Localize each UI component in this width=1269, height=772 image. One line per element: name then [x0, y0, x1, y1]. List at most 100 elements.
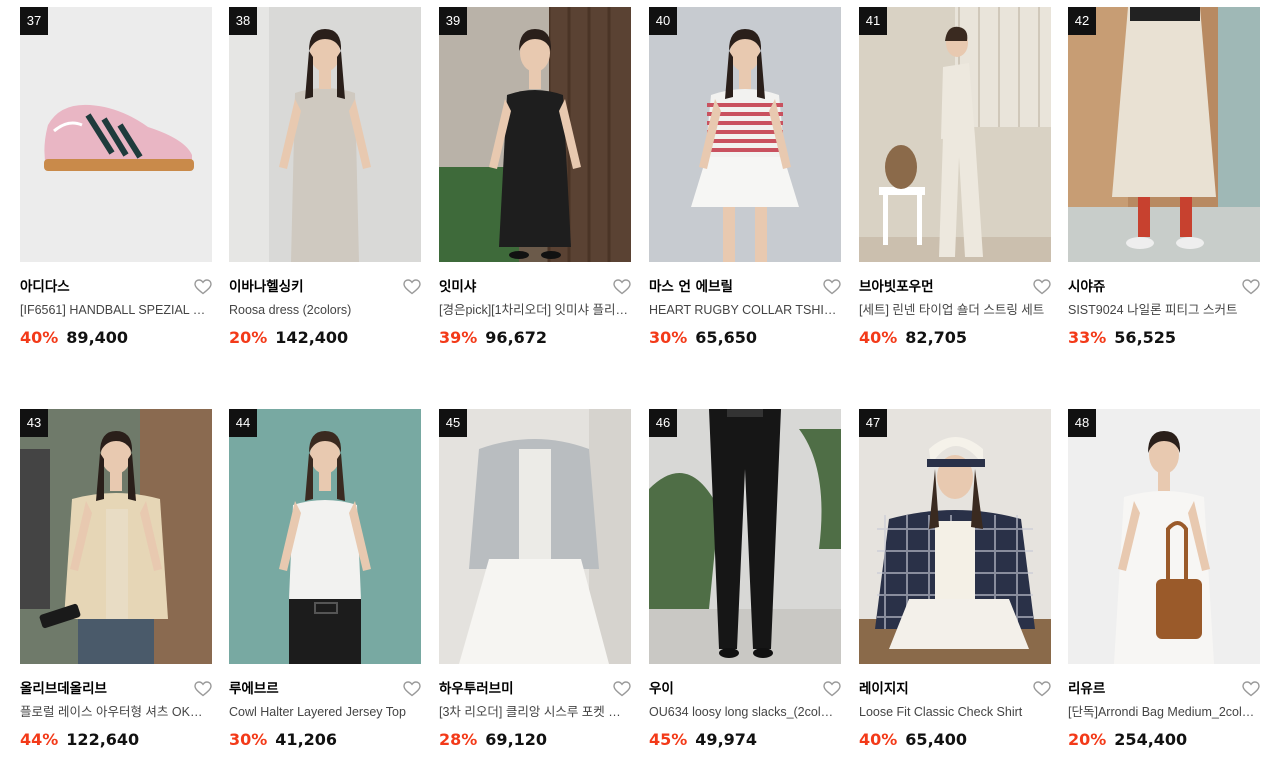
price-row: 40% 82,705 [859, 328, 1051, 348]
product-name[interactable]: [3차 리오더] 클리앙 시스루 포켓 셔츠 [439, 703, 629, 721]
product-card[interactable]: 45 하우투러브미 [3차 리오더] 클리앙 시스루 포켓 셔츠 28% 69,1… [439, 409, 631, 750]
discount-rate: 45% [649, 730, 688, 749]
product-name[interactable]: 플로럴 레이스 아우터형 셔츠 OKAEMBL5 [20, 703, 210, 721]
brand-name[interactable]: 마스 언 에브릴 [649, 277, 841, 297]
heart-icon[interactable] [1242, 279, 1260, 295]
brand-name[interactable]: 레이지지 [859, 679, 1051, 699]
discount-rate: 30% [649, 328, 688, 347]
product-card[interactable]: 41 브아빗포우먼 [세트] 린넨 타이업 숄더 스트링 세트 40% 82,70… [859, 7, 1051, 348]
brand-name[interactable]: 올리브데올리브 [20, 679, 212, 699]
discount-rate: 20% [1068, 730, 1107, 749]
discount-rate: 44% [20, 730, 59, 749]
discount-rate: 39% [439, 328, 478, 347]
sale-price: 65,650 [695, 328, 758, 347]
product-image[interactable]: 38 [229, 7, 421, 262]
product-card[interactable]: 46 우이 OU634 loosy long slacks_(2colors) … [649, 409, 841, 750]
brand-name[interactable]: 우이 [649, 679, 841, 699]
product-card[interactable]: 44 루에브르 Cowl Halter Layered Jersey Top 3… [229, 409, 421, 750]
product-name[interactable]: Loose Fit Classic Check Shirt [859, 703, 1049, 721]
product-card[interactable]: 43 올리브데올리브 플로럴 레이스 아우터형 셔츠 OKAEMBL5 44% 1… [20, 409, 212, 750]
product-image[interactable]: 47 [859, 409, 1051, 664]
brand-name[interactable]: 브아빗포우먼 [859, 277, 1051, 297]
rank-badge: 43 [20, 409, 48, 437]
rank-badge: 46 [649, 409, 677, 437]
discount-rate: 20% [229, 328, 268, 347]
rank-badge: 37 [20, 7, 48, 35]
heart-icon[interactable] [403, 681, 421, 697]
price-row: 20% 142,400 [229, 328, 421, 348]
sale-price: 49,974 [695, 730, 758, 749]
product-name[interactable]: Roosa dress (2colors) [229, 301, 419, 319]
product-name[interactable]: HEART RUGBY COLLAR TSHIRT [649, 301, 839, 319]
heart-icon[interactable] [1033, 681, 1051, 697]
discount-rate: 40% [20, 328, 59, 347]
brand-name[interactable]: 시야쥬 [1068, 277, 1260, 297]
price-row: 45% 49,974 [649, 730, 841, 750]
brand-name[interactable]: 하우투러브미 [439, 679, 631, 699]
sale-price: 122,640 [66, 730, 140, 749]
brand-name[interactable]: 잇미샤 [439, 277, 631, 297]
heart-icon[interactable] [194, 681, 212, 697]
product-card[interactable]: 38 이바나헬싱키 Roosa dress (2colors) 20% 142,4… [229, 7, 421, 348]
product-name[interactable]: SIST9024 나일론 피티그 스커트 [1068, 301, 1258, 319]
product-image[interactable]: 44 [229, 409, 421, 664]
product-card[interactable]: 37 아디다스 [IF6561] HANDBALL SPEZIAL 핸드볼 스페… [20, 7, 212, 348]
heart-icon[interactable] [403, 279, 421, 295]
product-name[interactable]: OU634 loosy long slacks_(2colors) [649, 703, 839, 721]
price-row: 33% 56,525 [1068, 328, 1260, 348]
sale-price: 89,400 [66, 328, 129, 347]
brand-name[interactable]: 루에브르 [229, 679, 421, 699]
price-row: 40% 89,400 [20, 328, 212, 348]
heart-icon[interactable] [613, 279, 631, 295]
product-name[interactable]: [IF6561] HANDBALL SPEZIAL 핸드볼 스페지얼 [20, 301, 210, 319]
product-name[interactable]: [경은pick][1차리오더] 잇미샤 플리츠 원피스 [439, 301, 629, 319]
rank-badge: 47 [859, 409, 887, 437]
rank-badge: 38 [229, 7, 257, 35]
heart-icon[interactable] [823, 279, 841, 295]
product-image[interactable]: 42 [1068, 7, 1260, 262]
rank-badge: 44 [229, 409, 257, 437]
product-image[interactable]: 39 [439, 7, 631, 262]
product-image[interactable]: 45 [439, 409, 631, 664]
discount-rate: 28% [439, 730, 478, 749]
product-image[interactable]: 43 [20, 409, 212, 664]
price-row: 39% 96,672 [439, 328, 631, 348]
product-card[interactable]: 42 시야쥬 SIST9024 나일론 피티그 스커트 33% 56,525 [1068, 7, 1260, 348]
heart-icon[interactable] [823, 681, 841, 697]
product-name[interactable]: [세트] 린넨 타이업 숄더 스트링 세트 [859, 301, 1049, 319]
product-image[interactable]: 48 [1068, 409, 1260, 664]
brand-name[interactable]: 리유르 [1068, 679, 1260, 699]
brand-name[interactable]: 아디다스 [20, 277, 212, 297]
rank-badge: 48 [1068, 409, 1096, 437]
price-row: 20% 254,400 [1068, 730, 1260, 750]
rank-badge: 39 [439, 7, 467, 35]
product-card[interactable]: 40 마스 언 에브릴 HEART RUGBY COLLAR TSHIRT 30… [649, 7, 841, 348]
product-name[interactable]: Cowl Halter Layered Jersey Top [229, 703, 419, 721]
discount-rate: 30% [229, 730, 268, 749]
heart-icon[interactable] [613, 681, 631, 697]
product-card[interactable]: 48 리유르 [단독]Arrondi Bag Medium_2colors 20… [1068, 409, 1260, 750]
price-row: 30% 65,650 [649, 328, 841, 348]
heart-icon[interactable] [1033, 279, 1051, 295]
product-image[interactable]: 41 [859, 7, 1051, 262]
sale-price: 82,705 [905, 328, 968, 347]
price-row: 40% 65,400 [859, 730, 1051, 750]
product-card[interactable]: 39 잇미샤 [경은pick][1차리오더] 잇미샤 플리츠 원피스 39% 96… [439, 7, 631, 348]
brand-name[interactable]: 이바나헬싱키 [229, 277, 421, 297]
sale-price: 69,120 [485, 730, 548, 749]
product-name[interactable]: [단독]Arrondi Bag Medium_2colors [1068, 703, 1258, 721]
rank-badge: 41 [859, 7, 887, 35]
product-card[interactable]: 47 레이지지 Loose Fit Classic Check Shirt 40… [859, 409, 1051, 750]
rank-badge: 45 [439, 409, 467, 437]
product-image[interactable]: 37 [20, 7, 212, 262]
sale-price: 65,400 [905, 730, 968, 749]
price-row: 44% 122,640 [20, 730, 212, 750]
sale-price: 56,525 [1114, 328, 1177, 347]
heart-icon[interactable] [194, 279, 212, 295]
product-image[interactable]: 40 [649, 7, 841, 262]
discount-rate: 40% [859, 730, 898, 749]
product-image[interactable]: 46 [649, 409, 841, 664]
heart-icon[interactable] [1242, 681, 1260, 697]
rank-badge: 42 [1068, 7, 1096, 35]
sale-price: 41,206 [275, 730, 338, 749]
